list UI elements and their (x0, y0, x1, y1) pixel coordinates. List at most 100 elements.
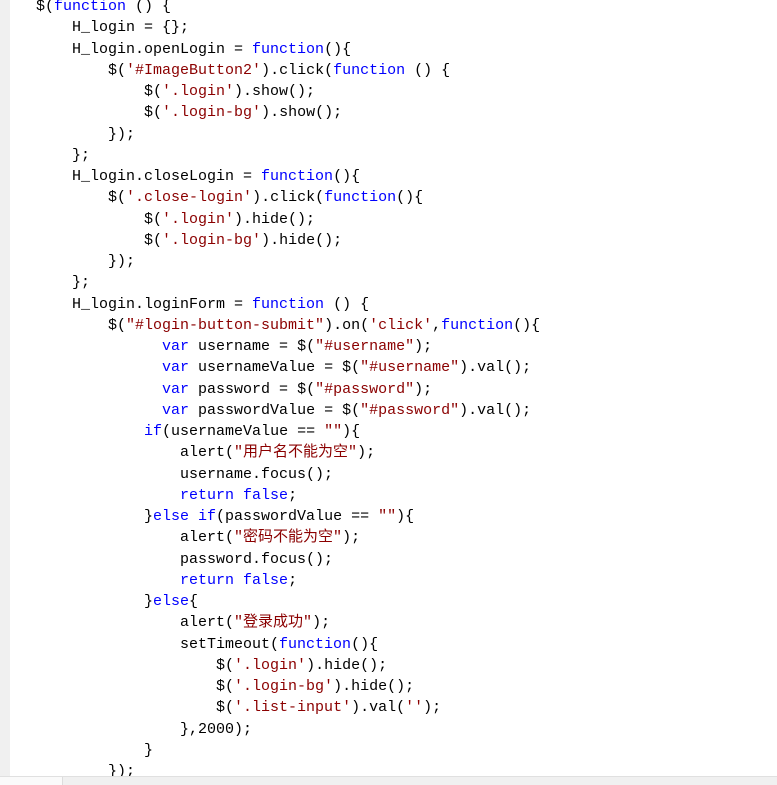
code-text: alert( (0, 529, 235, 547)
code-line: alert("登录成功"); (0, 612, 540, 633)
code-keyword: function (54, 0, 127, 15)
code-text: () { (405, 61, 451, 79)
code-line: $('.close-login').click(function(){ (0, 187, 540, 208)
code-line: }); (0, 251, 540, 272)
code-keyword: if (144, 423, 163, 440)
code-keyword: var (162, 338, 190, 355)
code-keyword: function (261, 168, 334, 185)
code-line: } (0, 740, 540, 761)
code-text: (){ (351, 635, 379, 653)
code-text: ).hide(); (306, 656, 388, 674)
code-text: } (0, 741, 154, 759)
code-string: '.login' (162, 83, 235, 100)
code-text: ){ (396, 508, 415, 525)
code-text: ).val( (351, 699, 406, 717)
code-text: ); (357, 444, 376, 462)
code-string: '#ImageButton2' (126, 61, 262, 79)
code-text: }); (0, 253, 136, 270)
code-text: ).val(); (459, 359, 532, 377)
code-keyword: var (162, 380, 190, 398)
code-text: username = $( (189, 338, 316, 355)
code-line: var passwordValue = $("#password").val()… (0, 400, 540, 421)
code-string: '.close-login' (126, 189, 253, 207)
code-string: "登录成功" (234, 614, 313, 632)
code-text: $( (0, 189, 127, 207)
code-string: '.login' (234, 656, 307, 674)
code-text: $( (0, 0, 55, 15)
code-string: "" (378, 508, 397, 525)
code-text: ); (414, 380, 433, 398)
code-text: password.focus(); (0, 550, 334, 568)
code-keyword: return false (180, 486, 289, 504)
code-text: $( (0, 231, 163, 249)
code-keyword: else if (153, 508, 217, 525)
code-line: H_login.closeLogin = function(){ (0, 166, 540, 187)
code-keyword: function (252, 295, 325, 313)
code-string: '.login' (162, 210, 235, 228)
code-text: H_login.loginForm = (0, 295, 253, 313)
code-text: H_login = {}; (0, 19, 190, 37)
code-text: (passwordValue == (216, 508, 379, 525)
code-line: H_login.openLogin = function(){ (0, 39, 540, 60)
code-text: ).show(); (234, 83, 316, 100)
code-string: "用户名不能为空" (234, 444, 358, 462)
code-line: return false; (0, 570, 540, 591)
code-line: }); (0, 124, 540, 145)
code-line: $('.login').hide(); (0, 209, 540, 230)
code-text: H_login.closeLogin = (0, 168, 262, 185)
code-text: , (432, 316, 442, 334)
code-keyword: return false (180, 571, 289, 589)
code-keyword: var (162, 359, 190, 377)
code-string: "#password" (360, 401, 460, 419)
code-text: ){ (342, 423, 361, 440)
code-keyword: function (441, 316, 514, 334)
code-text: } (0, 593, 154, 610)
code-text: $( (0, 316, 127, 334)
code-text: ).click( (261, 61, 334, 79)
code-keyword: function (252, 40, 325, 58)
code-text: ).hide(); (261, 231, 343, 249)
code-string: 'click' (369, 316, 433, 334)
code-text: }; (0, 274, 91, 292)
code-text: () { (126, 0, 172, 15)
code-string: "密码不能为空" (234, 529, 343, 547)
code-line: $('.list-input').val(''); (0, 697, 540, 718)
code-line: },2000); (0, 719, 540, 740)
code-string: '.list-input' (234, 699, 352, 717)
code-editor[interactable]: $(function () { H_login = {}; H_login.op… (0, 0, 540, 782)
code-string: "#username" (315, 338, 415, 355)
code-text: $( (0, 104, 163, 122)
code-string: "" (324, 423, 343, 440)
code-text: $( (0, 210, 163, 228)
code-line: }else if(passwordValue == ""){ (0, 506, 540, 527)
code-string: '.login-bg' (234, 678, 334, 695)
code-keyword: function (279, 635, 352, 653)
code-line: $('.login').show(); (0, 81, 540, 102)
code-text: alert( (0, 444, 235, 462)
code-text: ).hide(); (234, 210, 316, 228)
code-line: $('.login-bg').show(); (0, 102, 540, 123)
code-line: $("#login-button-submit").on('click',fun… (0, 315, 540, 336)
code-text: username.focus(); (0, 465, 334, 483)
code-text: ; (288, 571, 298, 589)
code-text: ).click( (252, 189, 325, 207)
code-text: usernameValue = $( (189, 359, 361, 377)
code-text: ).val(); (459, 401, 532, 419)
code-text: alert( (0, 614, 235, 632)
code-text: ); (414, 338, 433, 355)
code-text: ); (342, 529, 361, 547)
code-line: $('.login-bg').hide(); (0, 230, 540, 251)
code-string: "#username" (360, 359, 460, 377)
code-text: (){ (513, 316, 541, 334)
code-line: }; (0, 145, 540, 166)
code-string: "#login-button-submit" (126, 316, 325, 334)
code-line: var username = $("#username"); (0, 336, 540, 357)
code-text: () { (324, 295, 370, 313)
code-text: (){ (396, 189, 424, 207)
